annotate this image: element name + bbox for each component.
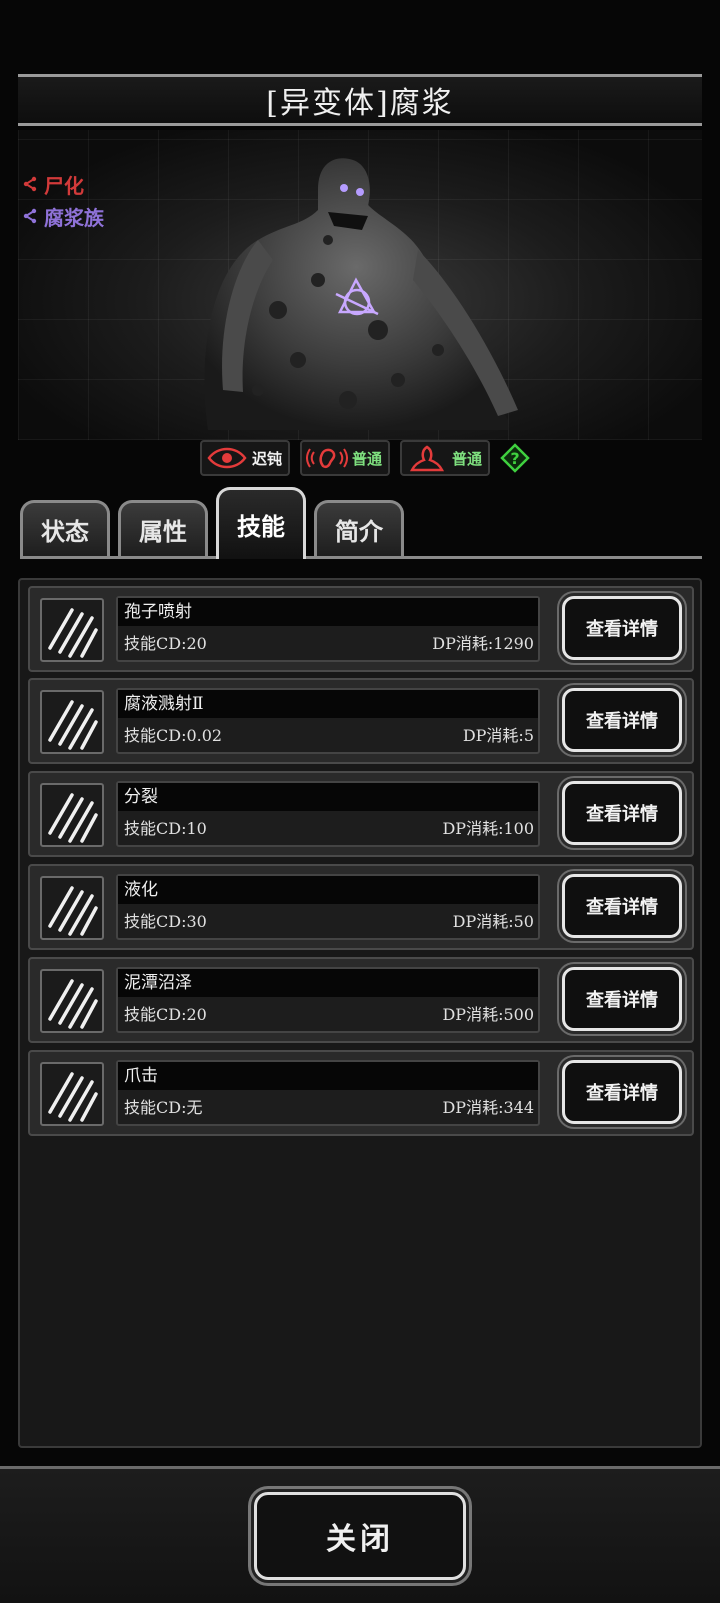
skill-name: 孢子喷射 <box>118 598 538 626</box>
skill-cd: 技能CD:10 <box>124 819 207 838</box>
question-diamond-icon[interactable]: ? <box>500 443 530 473</box>
skill-cd: 技能CD:20 <box>124 634 207 653</box>
ear-icon <box>306 448 349 469</box>
tab-bar: 状态 属性 技能 简介 <box>20 487 702 562</box>
skill-name: 腐液溅射Ⅱ <box>118 690 538 718</box>
tag-item[interactable]: 腐浆族 <box>22 200 104 232</box>
sense-hearing[interactable]: 普通 <box>300 440 391 476</box>
claw-icon <box>40 783 104 847</box>
tab-intro[interactable]: 简介 <box>314 500 404 556</box>
skill-dp-cost: DP消耗:1290 <box>432 634 534 653</box>
svg-text:?: ? <box>510 449 519 468</box>
skill-info: 腐液溅射Ⅱ 技能CD:0.02 DP消耗:5 <box>116 688 540 754</box>
eye-icon <box>207 447 247 469</box>
title-bar: [异变体]腐浆 <box>18 74 702 126</box>
skill-row: 孢子喷射 技能CD:20 DP消耗:1290 查看详情 <box>28 586 694 672</box>
claw-icon <box>40 1062 104 1126</box>
tag-list: 尸化 腐浆族 <box>22 168 104 232</box>
monster-portrait <box>18 130 702 440</box>
skill-cd: 技能CD:0.02 <box>124 726 223 745</box>
skill-cd: 技能CD:30 <box>124 912 207 931</box>
tab-attributes[interactable]: 属性 <box>118 500 208 556</box>
sense-label: 普通 <box>452 449 483 468</box>
skill-name: 泥潭沼泽 <box>118 969 538 997</box>
view-details-button[interactable]: 查看详情 <box>562 874 682 938</box>
skill-dp-cost: DP消耗:100 <box>442 819 534 838</box>
view-details-button[interactable]: 查看详情 <box>562 781 682 845</box>
tag-label: 尸化 <box>44 173 84 198</box>
view-details-button[interactable]: 查看详情 <box>562 967 682 1031</box>
skill-name: 爪击 <box>118 1062 538 1090</box>
view-details-button[interactable]: 查看详情 <box>562 1060 682 1124</box>
tag-label: 腐浆族 <box>44 205 104 230</box>
tab-divider <box>20 556 702 559</box>
skill-info: 液化 技能CD:30 DP消耗:50 <box>116 874 540 940</box>
view-details-button[interactable]: 查看详情 <box>562 596 682 660</box>
claw-icon <box>40 598 104 662</box>
sense-label: 普通 <box>352 449 383 468</box>
monster-figure <box>204 158 518 430</box>
skill-dp-cost: DP消耗:50 <box>452 912 534 931</box>
skill-info: 泥潭沼泽 技能CD:20 DP消耗:500 <box>116 967 540 1033</box>
skill-row: 爪击 技能CD:无 DP消耗:344 查看详情 <box>28 1050 694 1136</box>
skill-cd: 技能CD:20 <box>124 1005 207 1024</box>
skill-row: 泥潭沼泽 技能CD:20 DP消耗:500 查看详情 <box>28 957 694 1043</box>
monster-title: [异变体]腐浆 <box>266 86 454 121</box>
claw-icon <box>40 876 104 940</box>
skill-name: 液化 <box>118 876 538 904</box>
skill-dp-cost: DP消耗:344 <box>442 1098 534 1117</box>
sense-label: 迟钝 <box>252 449 283 468</box>
skill-dp-cost: DP消耗:500 <box>442 1005 534 1024</box>
skill-row: 腐液溅射Ⅱ 技能CD:0.02 DP消耗:5 查看详情 <box>28 678 694 764</box>
sense-row: 迟钝 普通 普通 ? <box>200 440 530 476</box>
claw-icon <box>40 969 104 1033</box>
skill-dp-cost: DP消耗:5 <box>462 726 534 745</box>
tab-skills[interactable]: 技能 <box>216 487 306 559</box>
skill-row: 分裂 技能CD:10 DP消耗:100 查看详情 <box>28 771 694 857</box>
smell-icon <box>410 445 445 472</box>
skill-name: 分裂 <box>118 783 538 811</box>
share-icon <box>23 176 37 192</box>
tag-item[interactable]: 尸化 <box>22 168 104 200</box>
skill-row: 液化 技能CD:30 DP消耗:50 查看详情 <box>28 864 694 950</box>
skill-cd: 技能CD:无 <box>124 1098 203 1117</box>
tab-status[interactable]: 状态 <box>20 500 110 556</box>
sense-smell[interactable]: 普通 <box>400 440 491 476</box>
skills-panel: 孢子喷射 技能CD:20 DP消耗:1290 查看详情 腐液溅射Ⅱ 技能CD:0… <box>18 578 702 1448</box>
share-icon <box>23 208 37 224</box>
close-button[interactable]: 关闭 <box>254 1492 466 1580</box>
skill-info: 分裂 技能CD:10 DP消耗:100 <box>116 781 540 847</box>
claw-icon <box>40 690 104 754</box>
skill-info: 爪击 技能CD:无 DP消耗:344 <box>116 1060 540 1126</box>
view-details-button[interactable]: 查看详情 <box>562 688 682 752</box>
skill-info: 孢子喷射 技能CD:20 DP消耗:1290 <box>116 596 540 662</box>
sense-vision[interactable]: 迟钝 <box>200 440 291 476</box>
